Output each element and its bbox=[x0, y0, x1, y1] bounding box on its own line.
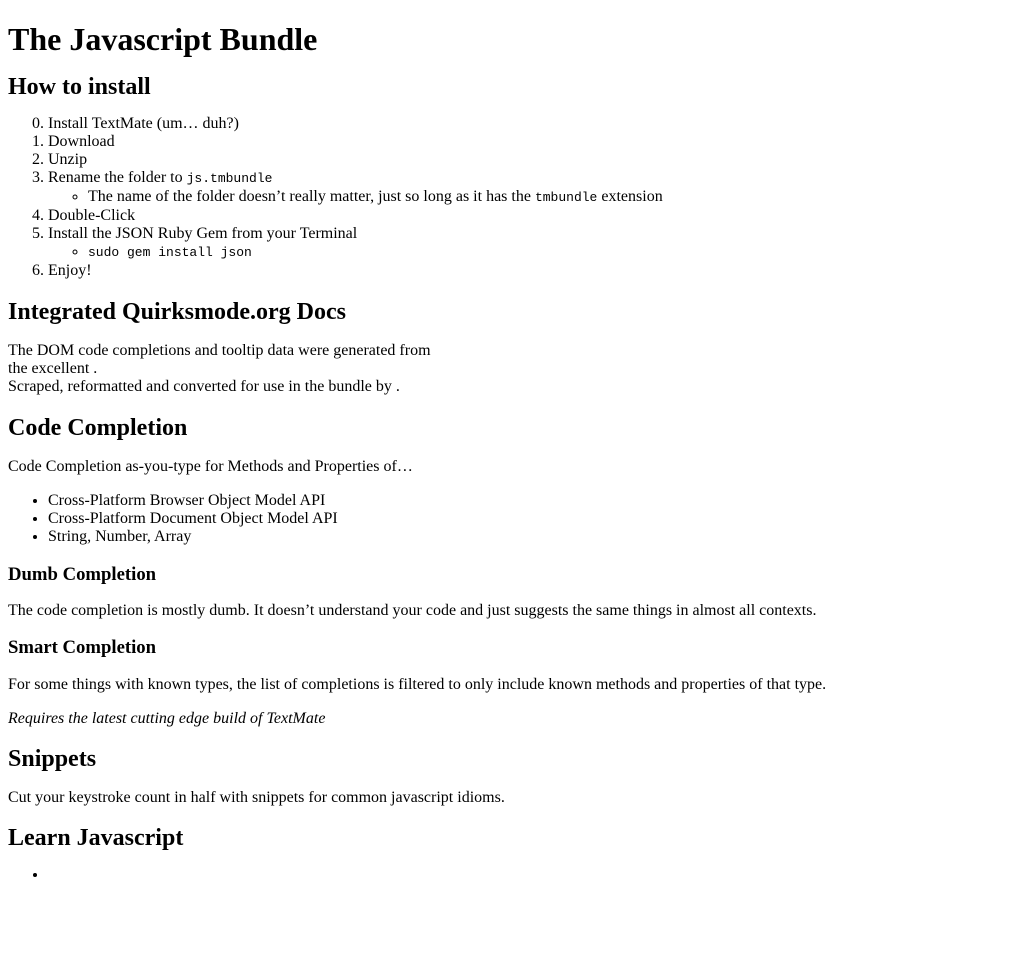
install-step: Download bbox=[48, 133, 1016, 151]
quirksmode-line: The DOM code completions and tooltip dat… bbox=[8, 342, 431, 359]
quirksmode-line: the excellent . bbox=[8, 360, 98, 377]
install-substeps: sudo gem install json bbox=[48, 243, 1016, 262]
list-item: String, Number, Array bbox=[48, 528, 1016, 546]
quirksmode-heading: Integrated Quirksmode.org Docs bbox=[8, 299, 346, 325]
install-step-text: Download bbox=[48, 133, 115, 150]
substep-text: extension bbox=[597, 188, 663, 205]
install-step-text: Rename the folder to bbox=[48, 169, 187, 186]
install-substeps: The name of the folder doesn’t really ma… bbox=[48, 188, 1016, 207]
requirement-note: Requires the latest cutting edge build o… bbox=[8, 710, 326, 727]
smart-completion-text: For some things with known types, the li… bbox=[8, 676, 827, 693]
smart-completion-heading: Smart Completion bbox=[8, 637, 157, 658]
dumb-completion-heading: Dumb Completion bbox=[8, 564, 157, 585]
install-step: Unzip bbox=[48, 151, 1016, 169]
install-step-text: Unzip bbox=[48, 151, 88, 168]
install-substep: sudo gem install json bbox=[88, 243, 1016, 262]
completion-targets-list: Cross-Platform Browser Object Model API … bbox=[8, 492, 1016, 546]
folder-name-code: js.tmbundle bbox=[186, 171, 273, 186]
document-body: The Javascript Bundle How to install Ins… bbox=[0, 21, 1024, 884]
install-step-text: Install TextMate (um… duh?) bbox=[48, 115, 239, 132]
quirksmode-paragraph: The DOM code completions and tooltip dat… bbox=[8, 342, 1016, 396]
list-item: Cross-Platform Document Object Model API bbox=[48, 510, 1016, 528]
snippets-heading: Snippets bbox=[8, 746, 97, 772]
install-substep: The name of the folder doesn’t really ma… bbox=[88, 188, 1016, 207]
quirksmode-line: Scraped, reformatted and converted for u… bbox=[8, 378, 400, 395]
substep-text: The name of the folder doesn’t really ma… bbox=[88, 188, 535, 205]
install-step: Rename the folder to js.tmbundle The nam… bbox=[48, 169, 1016, 207]
install-step-text: Enjoy! bbox=[48, 262, 92, 279]
extension-code: tmbundle bbox=[534, 190, 598, 205]
code-completion-intro: Code Completion as-you-type for Methods … bbox=[8, 458, 413, 475]
list-item: Cross-Platform Browser Object Model API bbox=[48, 492, 1016, 510]
code-completion-heading: Code Completion bbox=[8, 415, 188, 441]
gem-command-code: sudo gem install json bbox=[88, 245, 252, 260]
install-step: Install TextMate (um… duh?) bbox=[48, 115, 1016, 133]
install-step-text: Double-Click bbox=[48, 207, 136, 224]
install-heading: How to install bbox=[8, 74, 151, 100]
install-step: Enjoy! bbox=[48, 262, 1016, 280]
dumb-completion-text: The code completion is mostly dumb. It d… bbox=[8, 602, 817, 619]
install-step: Install the JSON Ruby Gem from your Term… bbox=[48, 225, 1016, 262]
learn-javascript-heading: Learn Javascript bbox=[8, 825, 184, 851]
install-step-text: Install the JSON Ruby Gem from your Term… bbox=[48, 225, 358, 242]
install-steps-list: Install TextMate (um… duh?) Download Unz… bbox=[8, 115, 1016, 280]
learn-javascript-list bbox=[8, 866, 1016, 884]
snippets-text: Cut your keystroke count in half with sn… bbox=[8, 789, 505, 806]
install-step: Double-Click bbox=[48, 207, 1016, 225]
smart-completion-note: Requires the latest cutting edge build o… bbox=[8, 710, 1016, 728]
page-title: The Javascript Bundle bbox=[8, 21, 318, 57]
list-item bbox=[48, 866, 1016, 884]
